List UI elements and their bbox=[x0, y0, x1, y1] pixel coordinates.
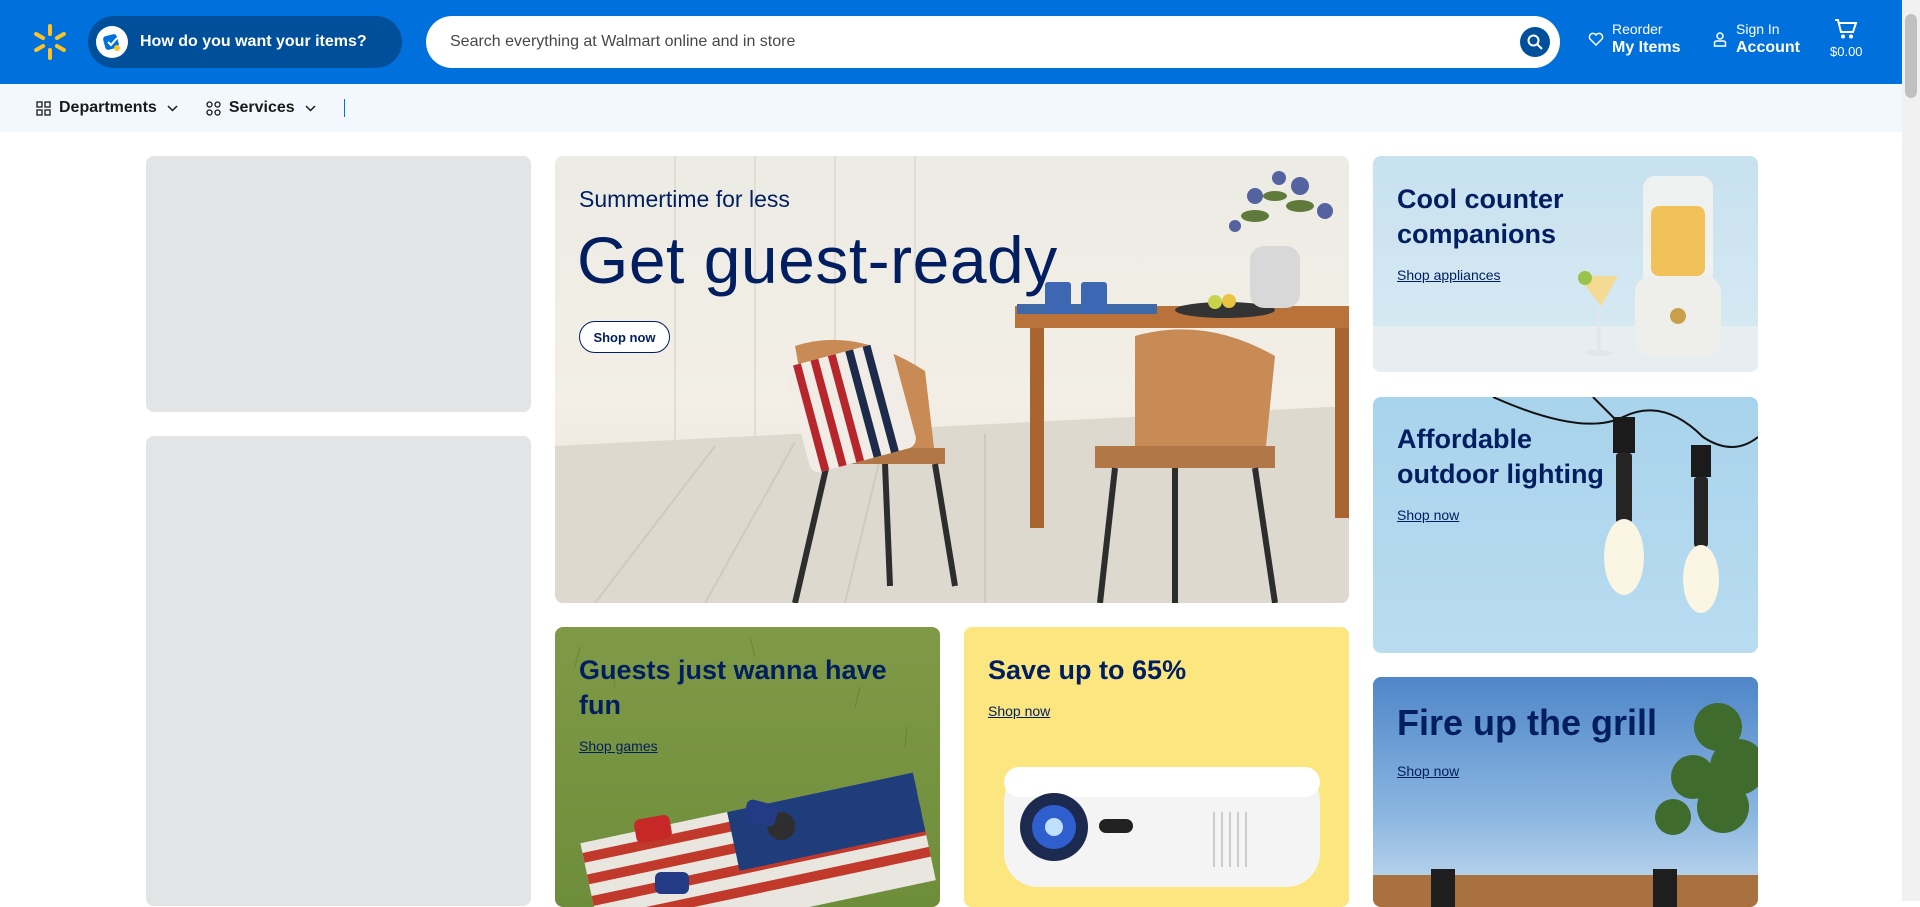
grill-tile-title: Fire up the grill bbox=[1397, 702, 1658, 743]
reorder-my-items-link[interactable]: Reorder My Items bbox=[1588, 20, 1680, 58]
counter-appliances-tile[interactable]: Cool counter companions Shop appliances bbox=[1373, 156, 1758, 372]
shop-games-link[interactable]: Shop games bbox=[579, 738, 658, 754]
secondary-nav: Departments Services bbox=[0, 84, 1902, 132]
services-label: Services bbox=[228, 99, 295, 116]
savings-tile-title: Save up to 65% bbox=[988, 655, 1187, 685]
delivery-label: How do you want your items? bbox=[140, 33, 367, 50]
chevron-down-icon bbox=[167, 104, 178, 112]
delivery-options-button[interactable]: How do you want your items? bbox=[88, 16, 402, 68]
counter-tile-title: Cool counter companions bbox=[1397, 184, 1564, 249]
cart-icon bbox=[1835, 19, 1858, 39]
savings-shop-now-link[interactable]: Shop now bbox=[988, 703, 1050, 719]
page-scrollbar[interactable] bbox=[1902, 0, 1920, 901]
games-tile[interactable]: Guests just wanna have fun Shop games bbox=[555, 627, 940, 907]
hero-title: Get guest-ready bbox=[577, 223, 1058, 297]
scrollbar-thumb[interactable] bbox=[1905, 14, 1917, 98]
outdoor-lighting-tile[interactable]: Affordable outdoor lighting Shop now bbox=[1373, 397, 1758, 653]
search-button[interactable] bbox=[1520, 27, 1550, 57]
chevron-down-icon bbox=[305, 104, 316, 112]
cart-amount: $0.00 bbox=[1830, 44, 1863, 59]
hero-subtitle: Summertime for less bbox=[579, 186, 790, 212]
heart-icon bbox=[1588, 32, 1604, 47]
services-menu[interactable]: Services bbox=[206, 99, 316, 117]
reorder-label: Reorder bbox=[1612, 21, 1663, 37]
departments-menu[interactable]: Departments bbox=[36, 99, 178, 117]
user-icon bbox=[1713, 32, 1727, 47]
hero-banner[interactable]: Summertime for less Get guest-ready Shop… bbox=[555, 156, 1349, 603]
delivery-icon bbox=[96, 26, 128, 58]
search-input[interactable] bbox=[426, 16, 1486, 68]
search-bar bbox=[426, 16, 1560, 68]
subnav-divider bbox=[343, 99, 345, 117]
loading-placeholder bbox=[146, 436, 531, 906]
lighting-tile-title: Affordable outdoor lighting bbox=[1397, 424, 1604, 489]
grill-shop-now-link[interactable]: Shop now bbox=[1397, 763, 1459, 779]
walmart-spark-logo-icon[interactable] bbox=[34, 24, 66, 60]
savings-tile[interactable]: Save up to 65% Shop now bbox=[964, 627, 1349, 907]
games-tile-title: Guests just wanna have fun bbox=[579, 655, 887, 720]
grid-icon bbox=[36, 100, 51, 116]
sign-in-account-link[interactable]: Sign In Account bbox=[1712, 20, 1800, 58]
shop-appliances-link[interactable]: Shop appliances bbox=[1397, 267, 1501, 283]
cart-button[interactable]: $0.00 bbox=[1830, 18, 1863, 59]
account-label: Account bbox=[1736, 39, 1800, 56]
services-icon bbox=[206, 100, 221, 116]
hero-shop-now-button[interactable]: Shop now bbox=[579, 321, 670, 353]
search-icon bbox=[1527, 34, 1543, 50]
sign-in-label: Sign In bbox=[1736, 21, 1780, 37]
loading-placeholder bbox=[146, 156, 531, 412]
my-items-label: My Items bbox=[1612, 39, 1681, 56]
global-header: How do you want your items? Reorder My I… bbox=[0, 0, 1902, 84]
lighting-shop-now-link[interactable]: Shop now bbox=[1397, 507, 1459, 523]
departments-label: Departments bbox=[59, 99, 157, 116]
grill-tile[interactable]: Fire up the grill Shop now bbox=[1373, 677, 1758, 907]
